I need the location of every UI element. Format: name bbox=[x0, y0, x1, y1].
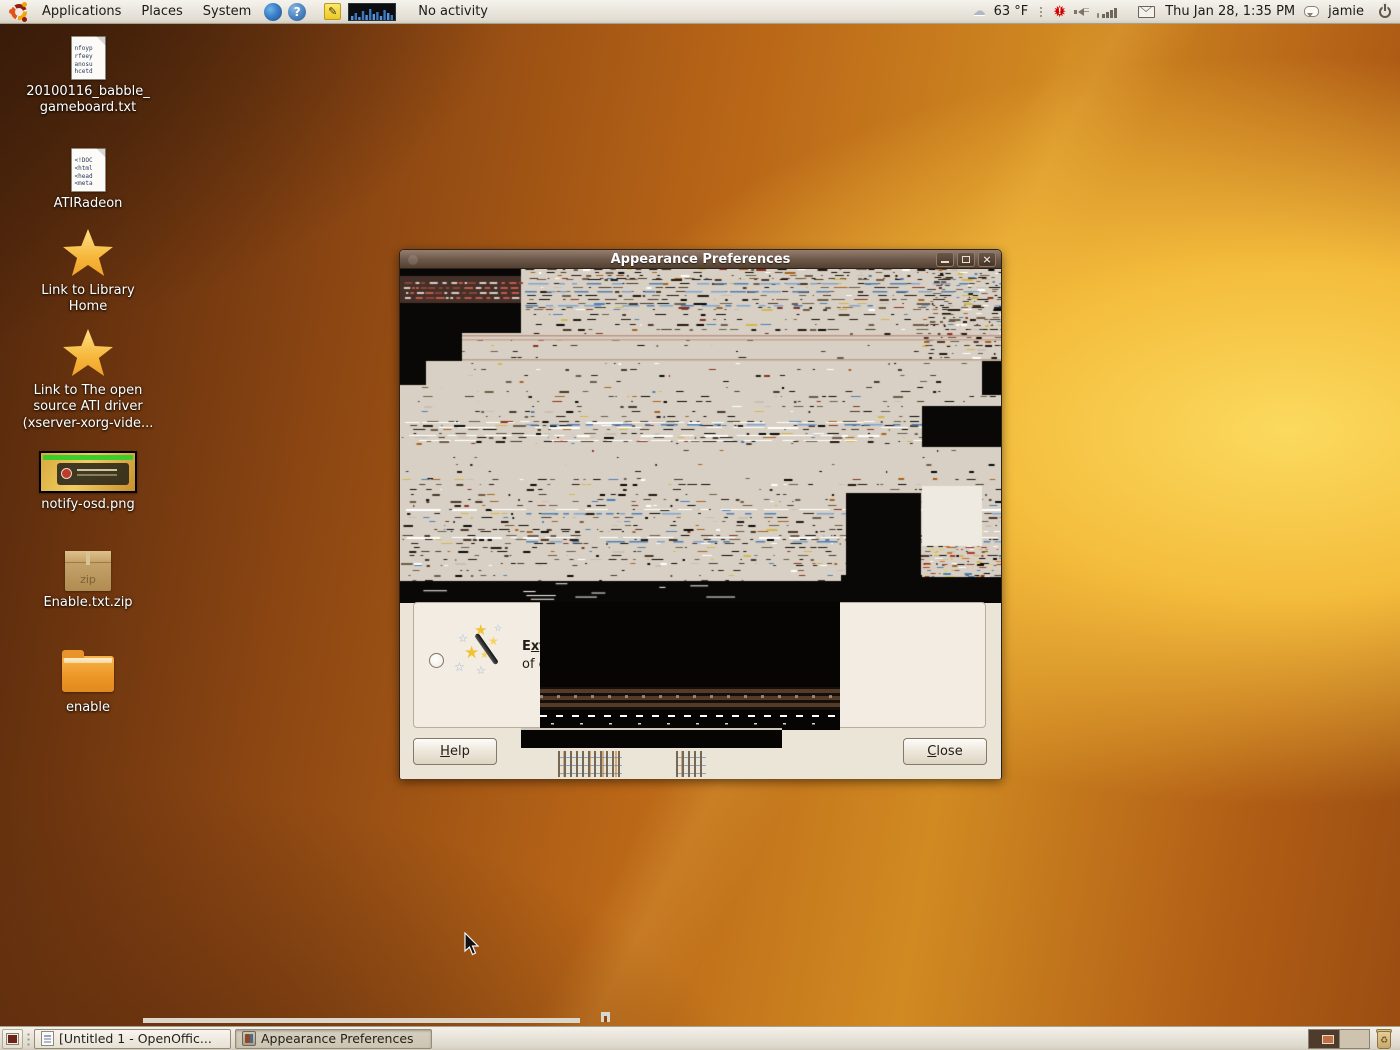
glitch-brown-band bbox=[540, 687, 840, 712]
magic-wand-sparkle-icon: ★ ☆ ★ ★ ☆ ★ ☆ ☆ bbox=[454, 621, 510, 679]
window-icon bbox=[408, 255, 418, 265]
zip-badge: zip bbox=[65, 573, 111, 586]
desktop-background: Applications Places System ? ✎ No activi… bbox=[0, 0, 1400, 1050]
minimize-button[interactable] bbox=[936, 252, 954, 267]
glitch-speckle bbox=[558, 751, 622, 777]
show-desktop-button[interactable] bbox=[2, 1029, 23, 1049]
desktop-icon-notify-osd[interactable]: notify-osd.png bbox=[10, 451, 166, 513]
star-link-icon bbox=[62, 329, 114, 379]
user-menu-label[interactable]: jamie bbox=[1322, 4, 1370, 19]
taskbar-item-appearance-preferences[interactable]: Appearance Preferences bbox=[235, 1029, 432, 1049]
network-signal-icon[interactable] bbox=[1097, 6, 1118, 18]
glitch-noise-canvas bbox=[400, 269, 1001, 603]
maximize-button[interactable] bbox=[957, 252, 975, 267]
menu-system[interactable]: System bbox=[193, 0, 261, 23]
icon-label: Link to Library Home bbox=[10, 283, 166, 316]
activity-indicator-label[interactable]: No activity bbox=[412, 4, 494, 19]
star-link-icon bbox=[62, 229, 114, 279]
system-monitor-applet[interactable] bbox=[348, 3, 396, 21]
mail-indicator-icon[interactable] bbox=[1138, 6, 1155, 18]
close-button[interactable]: Close bbox=[903, 738, 987, 765]
icon-label: notify-osd.png bbox=[10, 497, 166, 513]
menu-places[interactable]: Places bbox=[131, 0, 192, 23]
text-file-icon: <!DOC <html <head <meta bbox=[71, 148, 106, 192]
mouse-cursor bbox=[462, 932, 482, 958]
firefox-launcher-icon[interactable] bbox=[264, 3, 282, 21]
icon-label: Enable.txt.zip bbox=[10, 595, 166, 611]
appearance-preferences-window: Appearance Preferences × ★ ☆ ★ ★ ☆ ★ ☆ bbox=[399, 249, 1002, 779]
zip-archive-icon: zip bbox=[65, 551, 111, 591]
close-window-button[interactable]: × bbox=[978, 252, 996, 267]
desktop-icon-gameboard-txt[interactable]: nfoyp rfeey anosu hcetd 20100116_babble_… bbox=[10, 36, 166, 117]
ubuntu-menu-icon[interactable] bbox=[10, 3, 28, 21]
image-thumbnail-icon bbox=[39, 451, 137, 493]
icon-label: 20100116_babble_ gameboard.txt bbox=[10, 84, 166, 117]
icon-label: enable bbox=[10, 700, 166, 716]
clock-label[interactable]: Thu Jan 28, 1:35 PM bbox=[1159, 4, 1301, 19]
workspace-1-active[interactable] bbox=[1309, 1030, 1339, 1048]
top-panel: Applications Places System ? ✎ No activi… bbox=[0, 0, 1400, 24]
taskbar-item-label: Appearance Preferences bbox=[261, 1031, 414, 1046]
workspace-2[interactable] bbox=[1339, 1030, 1369, 1048]
window-content-corrupted: ★ ☆ ★ ★ ☆ ★ ☆ ☆ Extr of ef bbox=[400, 269, 1001, 779]
weather-cloud-icon[interactable]: ☁ bbox=[973, 4, 986, 19]
taskbar-item-openoffice[interactable]: [Untitled 1 - OpenOffic... bbox=[34, 1029, 231, 1049]
text-file-icon: nfoyp rfeey anosu hcetd bbox=[71, 36, 106, 80]
glitch-artifact-bar bbox=[143, 1018, 580, 1023]
extra-effects-radio[interactable] bbox=[429, 653, 444, 668]
volume-muted-icon[interactable] bbox=[1074, 5, 1090, 19]
glitch-speckle bbox=[676, 751, 706, 777]
folder-icon bbox=[62, 656, 114, 692]
panel-grip-handle[interactable] bbox=[26, 1032, 31, 1046]
file-preview-text: nfoyp rfeey anosu hcetd bbox=[75, 45, 103, 76]
help-button[interactable]: Help bbox=[413, 738, 497, 765]
window-titlebar[interactable]: Appearance Preferences × bbox=[400, 250, 1001, 269]
desktop-icon-enable-zip[interactable]: zip Enable.txt.zip bbox=[10, 551, 166, 611]
desktop-icon-enable-folder[interactable]: enable bbox=[10, 648, 166, 716]
appearance-preferences-icon bbox=[242, 1031, 256, 1046]
glitch-black-block bbox=[540, 602, 840, 690]
applet-grip-handle[interactable] bbox=[1039, 6, 1043, 18]
icon-label: ATIRadeon bbox=[10, 196, 166, 212]
notes-applet-icon[interactable]: ✎ bbox=[324, 3, 341, 20]
icon-label: Link to The open source ATI driver (xser… bbox=[10, 383, 166, 432]
taskbar-item-label: [Untitled 1 - OpenOffic... bbox=[59, 1031, 212, 1046]
file-preview-text: <!DOC <html <head <meta bbox=[75, 157, 103, 188]
openoffice-document-icon bbox=[41, 1031, 54, 1046]
desktop-icon-atiradeon[interactable]: <!DOC <html <head <meta ATIRadeon bbox=[10, 148, 166, 212]
desktop-icon-library-home[interactable]: Link to Library Home bbox=[10, 229, 166, 316]
workspace-switcher bbox=[1308, 1029, 1370, 1049]
glitch-artifact-mark bbox=[604, 1016, 607, 1022]
power-icon[interactable] bbox=[1378, 5, 1392, 19]
update-alert-icon[interactable]: ✹! bbox=[1051, 3, 1068, 20]
trash-applet-icon[interactable]: ♻ bbox=[1374, 1029, 1394, 1049]
menu-applications[interactable]: Applications bbox=[32, 0, 131, 23]
user-status-bubble-icon[interactable] bbox=[1304, 6, 1319, 17]
weather-temperature[interactable]: 63 °F bbox=[988, 4, 1035, 19]
bottom-panel: [Untitled 1 - OpenOffic... Appearance Pr… bbox=[0, 1026, 1400, 1050]
system-monitor-graph bbox=[349, 4, 395, 20]
help-launcher-icon[interactable]: ? bbox=[288, 3, 306, 21]
glitch-black-block bbox=[521, 728, 782, 748]
window-title: Appearance Preferences bbox=[611, 252, 791, 267]
desktop-icon-ati-driver-link[interactable]: Link to The open source ATI driver (xser… bbox=[10, 329, 166, 432]
glitch-black-block bbox=[540, 710, 840, 730]
